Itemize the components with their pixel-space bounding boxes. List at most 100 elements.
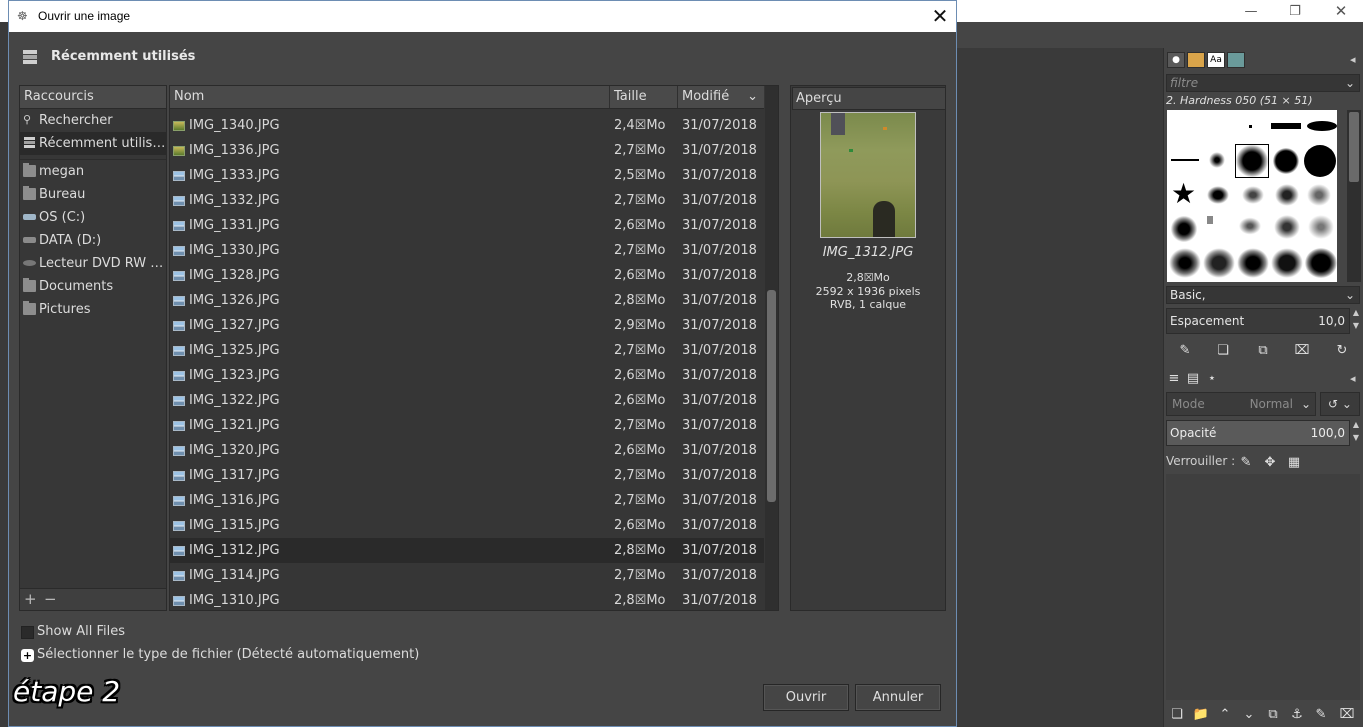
file-row[interactable]: IMG_1331.JPG 2,6☒Mo 31/07/2018 [170, 213, 764, 238]
file-row[interactable]: IMG_1326.JPG 2,8☒Mo 31/07/2018 [170, 288, 764, 313]
brush-thumb[interactable] [1237, 216, 1263, 236]
edit-brush-icon[interactable]: ✎ [1175, 340, 1195, 360]
brush-filter-input[interactable]: filtre ⌄ [1166, 74, 1360, 92]
lock-alpha-icon[interactable]: ▦ [1284, 452, 1304, 472]
brush-thumb[interactable] [1171, 159, 1199, 161]
cancel-button[interactable]: Annuler [855, 684, 941, 711]
file-row[interactable]: IMG_1315.JPG 2,6☒Mo 31/07/2018 [170, 513, 764, 538]
file-list[interactable]: Nom Taille Modifié ⌄ IMG_1340.JPG 2,4☒Mo 3… [169, 85, 779, 611]
delete-brush-icon[interactable]: ⌧ [1292, 340, 1312, 360]
dialog-close-icon[interactable]: ✕ [927, 4, 953, 30]
new-brush-icon[interactable]: ❏ [1213, 340, 1233, 360]
shortcut-data-d[interactable]: DATA (D:) [20, 229, 166, 252]
layers-tab-icon[interactable]: ≡ [1164, 368, 1184, 388]
brush-thumb-selected[interactable] [1235, 144, 1269, 178]
layers-dock-menu-icon[interactable]: ◂ [1350, 372, 1356, 385]
lock-pixels-icon[interactable]: ✎ [1236, 452, 1256, 472]
open-button[interactable]: Ouvrir [763, 684, 849, 711]
delete-layer-icon[interactable]: ⌧ [1337, 704, 1357, 724]
brush-thumb[interactable] [1209, 152, 1225, 168]
file-row[interactable]: IMG_1321.JPG 2,7☒Mo 31/07/2018 [170, 413, 764, 438]
column-size[interactable]: Taille [610, 86, 678, 108]
brush-thumb[interactable] [1304, 145, 1336, 177]
file-row[interactable]: IMG_1312.JPG 2,8☒Mo 31/07/2018 [170, 538, 764, 563]
brush-thumb[interactable] [1169, 248, 1201, 278]
file-row[interactable]: IMG_1332.JPG 2,7☒Mo 31/07/2018 [170, 188, 764, 213]
duplicate-layer-icon[interactable]: ⧉ [1263, 704, 1283, 724]
raise-layer-icon[interactable]: ⌃ [1215, 704, 1235, 724]
channels-tab-icon[interactable]: ▤ [1183, 368, 1203, 388]
spacing-field[interactable]: Espacement 10,0 [1166, 308, 1350, 334]
brush-thumb[interactable] [1237, 248, 1269, 278]
file-row[interactable]: IMG_1333.JPG 2,5☒Mo 31/07/2018 [170, 163, 764, 188]
file-list-scroll-thumb[interactable] [767, 290, 776, 502]
brush-preset-select[interactable]: Basic, ⌄ [1166, 286, 1360, 304]
patterns-tab-icon[interactable] [1187, 52, 1205, 68]
opacity-up-icon[interactable]: ▲ [1351, 420, 1361, 433]
brush-thumb[interactable] [1171, 216, 1197, 242]
brush-thumb[interactable] [1273, 214, 1301, 240]
new-layer-group-icon[interactable]: 📁 [1191, 704, 1211, 724]
column-name[interactable]: Nom [170, 86, 610, 108]
opacity-down-icon[interactable]: ▼ [1351, 433, 1361, 446]
brush-thumb[interactable] [1271, 248, 1303, 278]
file-row[interactable]: IMG_1317.JPG 2,7☒Mo 31/07/2018 [170, 463, 764, 488]
brush-thumb[interactable] [1242, 186, 1264, 204]
close-icon[interactable]: ✕ [1318, 0, 1363, 22]
brush-thumb[interactable] [1273, 148, 1299, 174]
paths-tab-icon[interactable]: ⋆ [1202, 368, 1222, 388]
lower-layer-icon[interactable]: ⌄ [1239, 704, 1259, 724]
shortcut-pictures[interactable]: Pictures [20, 298, 166, 321]
shortcut-recent[interactable]: Récemment utilisés [20, 132, 166, 155]
file-row[interactable]: IMG_1325.JPG 2,7☒Mo 31/07/2018 [170, 338, 764, 363]
brush-thumb[interactable] [1203, 248, 1235, 278]
spacing-down-icon[interactable]: ▼ [1351, 321, 1361, 334]
file-row[interactable]: IMG_1330.JPG 2,7☒Mo 31/07/2018 [170, 238, 764, 263]
file-row[interactable]: IMG_1340.JPG 2,4☒Mo 31/07/2018 [170, 113, 764, 138]
show-all-files-checkbox[interactable] [21, 626, 34, 639]
column-modified[interactable]: Modifié ⌄ [678, 86, 764, 108]
add-bookmark-icon[interactable]: + [24, 590, 37, 608]
expander-plus-icon[interactable]: + [21, 649, 34, 662]
brush-thumb[interactable] [1207, 216, 1213, 224]
shortcut-os-c[interactable]: OS (C:) [20, 206, 166, 229]
dock-menu-icon[interactable]: ◂ [1350, 53, 1356, 66]
file-row[interactable]: IMG_1327.JPG 2,9☒Mo 31/07/2018 [170, 313, 764, 338]
file-row[interactable]: IMG_1316.JPG 2,7☒Mo 31/07/2018 [170, 488, 764, 513]
file-row[interactable]: IMG_1310.JPG 2,8☒Mo 31/07/2018 [170, 588, 764, 610]
brush-thumb[interactable] [1307, 214, 1335, 240]
mode-switch-icon[interactable]: ↺ ⌄ [1320, 392, 1360, 416]
layers-list[interactable] [1166, 474, 1360, 700]
shortcut-bureau[interactable]: Bureau [20, 183, 166, 206]
file-row[interactable]: IMG_1336.JPG 2,7☒Mo 31/07/2018 [170, 138, 764, 163]
shortcut-search[interactable]: ⚲ Rechercher [20, 109, 166, 132]
file-row[interactable]: IMG_1314.JPG 2,7☒Mo 31/07/2018 [170, 563, 764, 588]
minimize-icon[interactable]: — [1228, 0, 1274, 22]
brush-thumb[interactable] [1249, 125, 1252, 128]
shortcut-dvd-e[interactable]: Lecteur DVD RW (E:) [20, 252, 166, 275]
file-type-expander[interactable]: Sélectionner le type de fichier (Détecté… [37, 647, 419, 662]
brush-thumb[interactable] [1305, 248, 1337, 278]
lock-position-icon[interactable]: ✥ [1260, 452, 1280, 472]
layer-mode-select[interactable]: Mode Normal ⌄ [1166, 392, 1316, 416]
brush-thumb[interactable] [1271, 123, 1301, 129]
brush-grid[interactable]: ★ [1167, 110, 1337, 282]
shortcut-megan[interactable]: megan [20, 160, 166, 183]
layer-mask-icon[interactable]: ✎ [1311, 704, 1331, 724]
opacity-field[interactable]: Opacité 100,0 [1166, 420, 1350, 446]
new-layer-icon[interactable]: ❏ [1167, 704, 1187, 724]
file-row[interactable]: IMG_1323.JPG 2,6☒Mo 31/07/2018 [170, 363, 764, 388]
brush-thumb[interactable] [1275, 184, 1299, 206]
brush-thumb[interactable] [1207, 186, 1229, 204]
brush-scroll-thumb[interactable] [1349, 112, 1359, 182]
file-row[interactable]: IMG_1322.JPG 2,6☒Mo 31/07/2018 [170, 388, 764, 413]
refresh-brushes-icon[interactable]: ↻ [1332, 340, 1352, 360]
fonts-tab-icon[interactable]: Aa [1207, 52, 1225, 68]
shortcut-documents[interactable]: Documents [20, 275, 166, 298]
remove-bookmark-icon[interactable]: − [44, 590, 57, 608]
anchor-layer-icon[interactable]: ⚓ [1287, 704, 1307, 724]
images-tab-icon[interactable] [1227, 52, 1245, 68]
file-row[interactable]: IMG_1320.JPG 2,6☒Mo 31/07/2018 [170, 438, 764, 463]
restore-icon[interactable]: ❐ [1272, 0, 1318, 22]
brush-thumb[interactable] [1307, 121, 1337, 131]
